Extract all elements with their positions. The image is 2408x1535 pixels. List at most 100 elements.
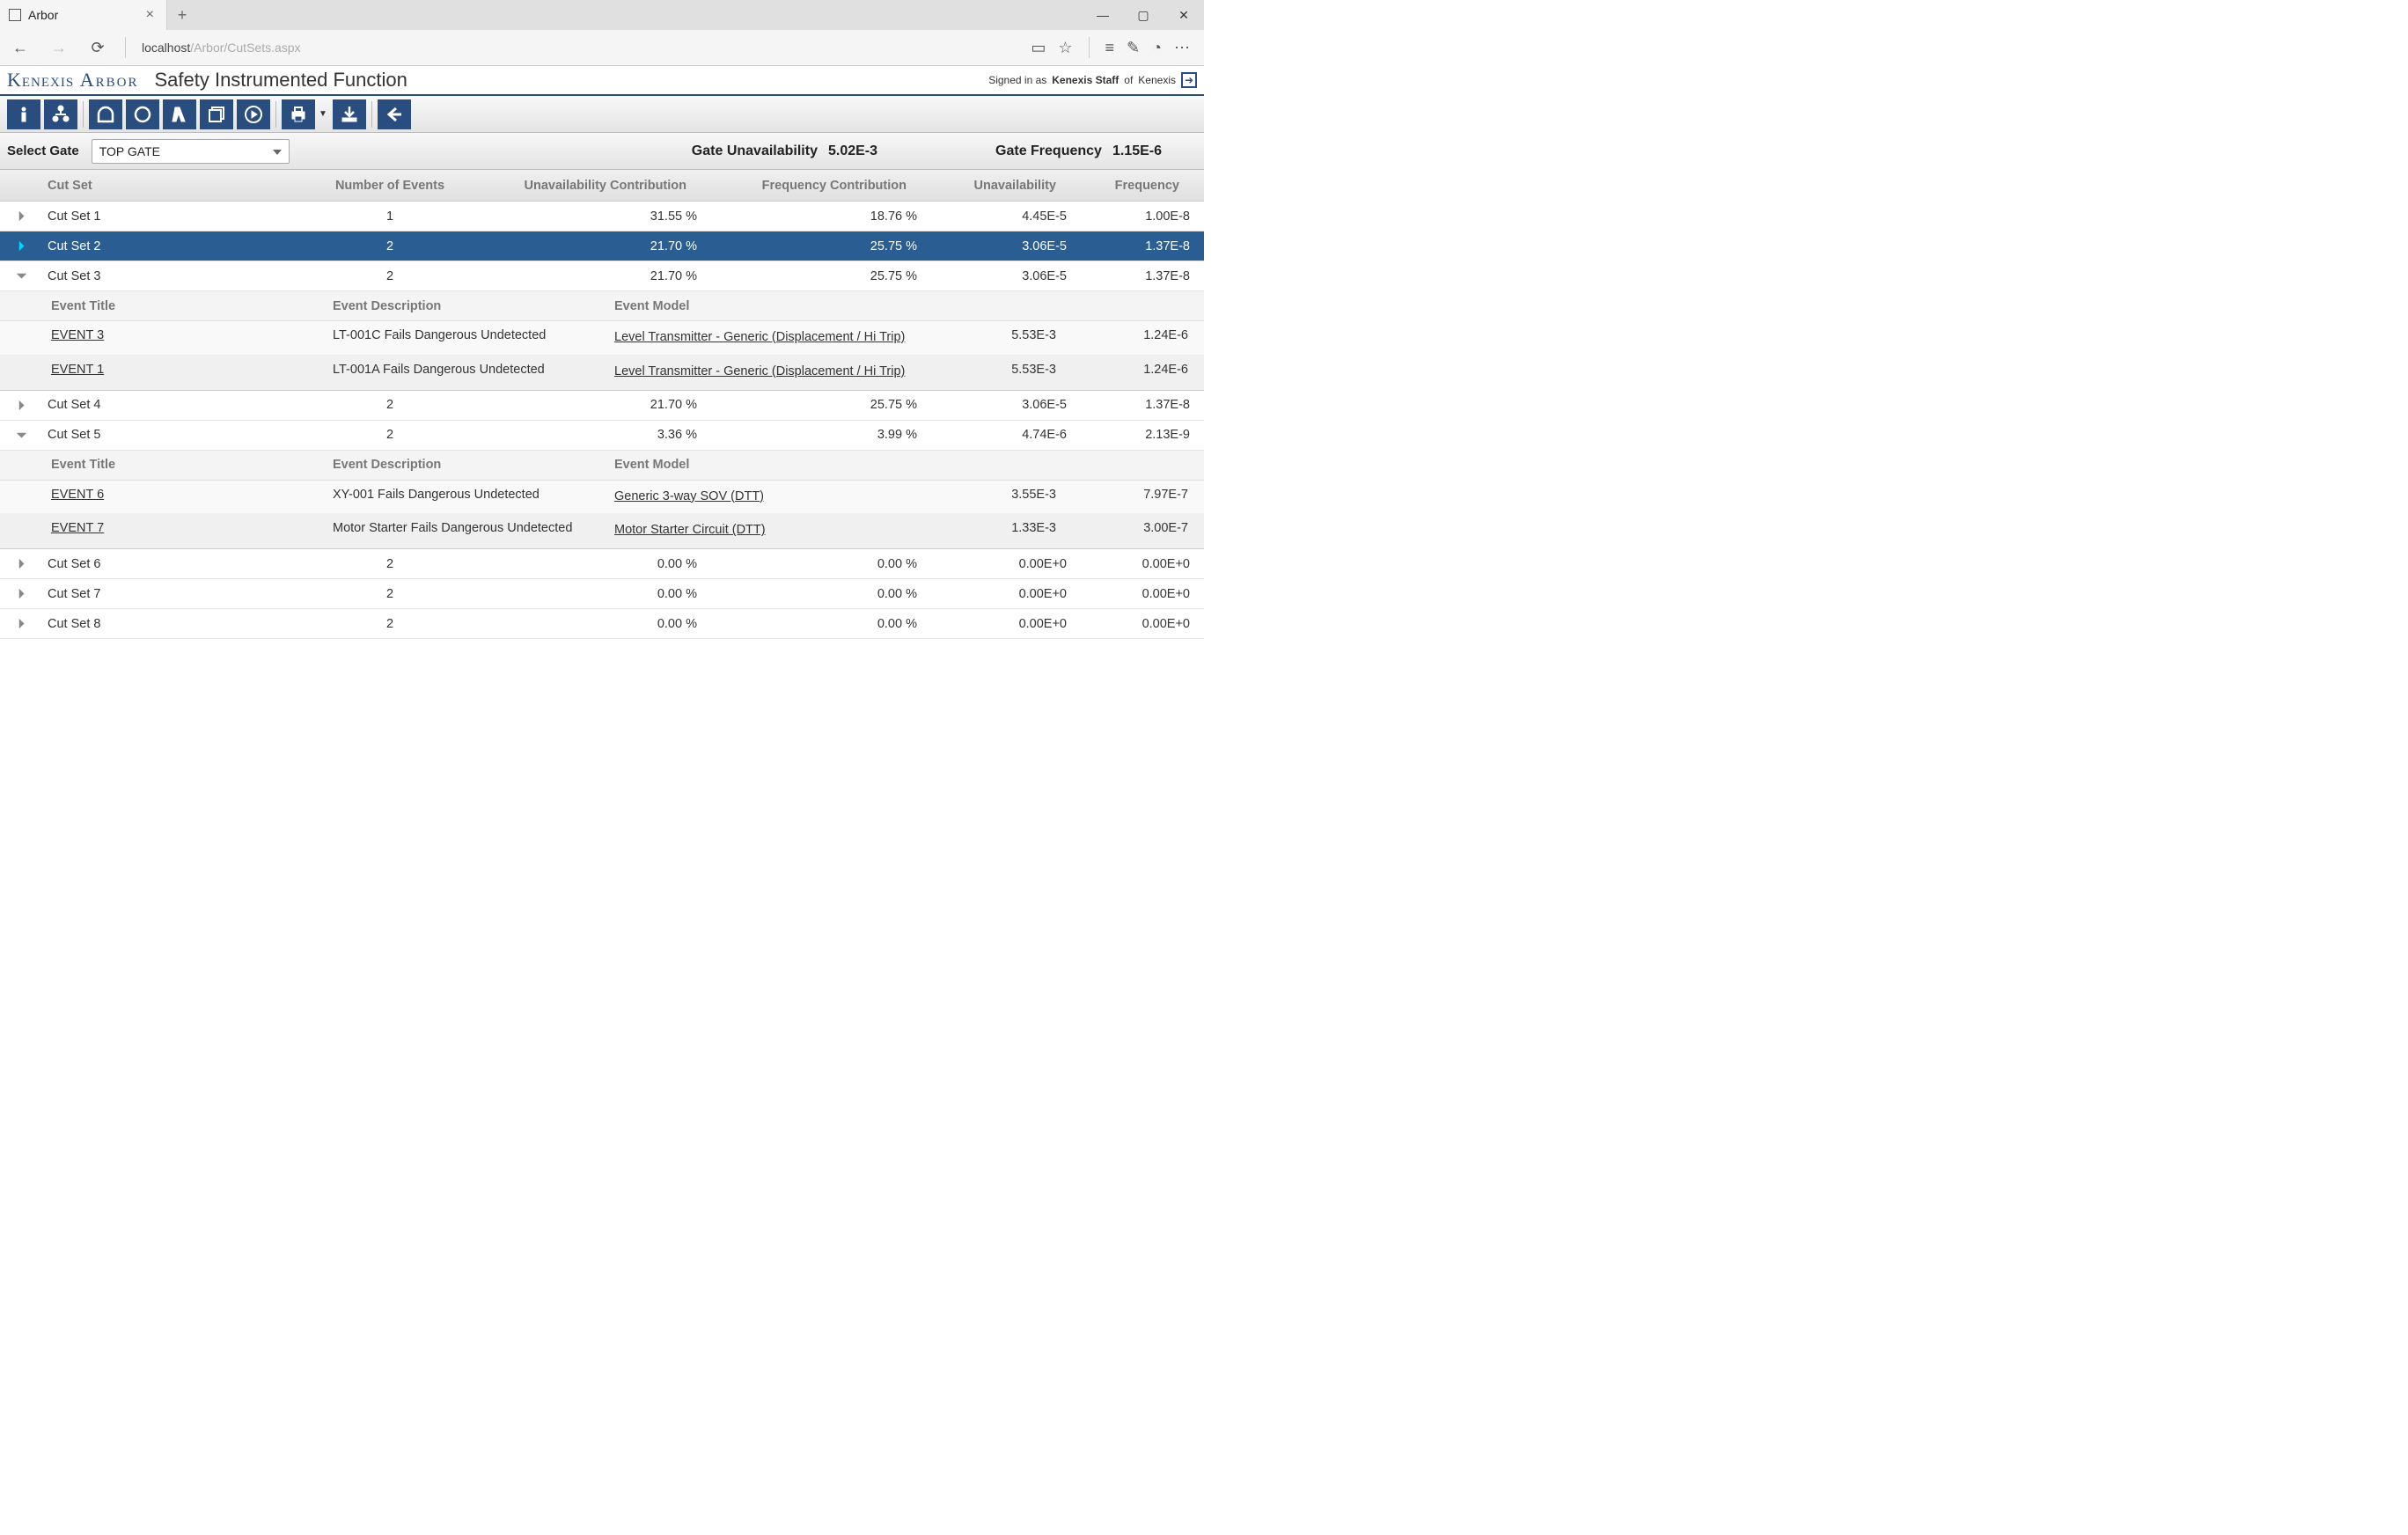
brand-left: Kenexis <box>7 69 74 91</box>
and-gate-button[interactable] <box>89 99 122 129</box>
hub-icon[interactable]: ≡ <box>1105 39 1115 57</box>
col-event-title: Event Title <box>51 299 333 313</box>
col-unavail[interactable]: Unavailability <box>922 179 1072 193</box>
unavail: 0.00E+0 <box>922 557 1072 571</box>
gate-unavail-label: Gate Unavailability <box>692 143 818 159</box>
maximize-button[interactable]: ▢ <box>1123 0 1164 30</box>
event-row[interactable]: EVENT 7 Motor Starter Fails Dangerous Un… <box>0 514 1204 548</box>
freq: 1.00E-8 <box>1072 209 1195 224</box>
expand-toggle-icon[interactable] <box>0 271 42 281</box>
event-model-link[interactable]: Motor Starter Circuit (DTT) <box>614 523 766 537</box>
minimize-button[interactable]: — <box>1083 0 1123 30</box>
unavail: 3.06E-5 <box>922 239 1072 253</box>
col-cutset[interactable]: Cut Set <box>42 179 297 193</box>
unavail: 4.45E-5 <box>922 209 1072 224</box>
event-subtable: Event Title Event Description Event Mode… <box>0 291 1204 391</box>
event-row[interactable]: EVENT 6 XY-001 Fails Dangerous Undetecte… <box>0 481 1204 515</box>
event-freq: 3.00E-7 <box>1072 521 1204 535</box>
expand-toggle-icon[interactable] <box>0 400 42 410</box>
tab-title: Arbor <box>28 8 58 22</box>
notes-icon[interactable]: ✎ <box>1127 39 1140 57</box>
table-row[interactable]: Cut Set 8 2 0.00 % 0.00 % 0.00E+0 0.00E+… <box>0 609 1204 639</box>
event-row[interactable]: EVENT 1 LT-001A Fails Dangerous Undetect… <box>0 356 1204 390</box>
close-window-button[interactable]: ✕ <box>1164 0 1204 30</box>
lambda-button[interactable] <box>163 99 196 129</box>
print-button-group: ▼ <box>282 99 329 129</box>
signout-icon[interactable]: ➜ <box>1181 72 1197 88</box>
event-unavail: 5.53E-3 <box>931 328 1072 342</box>
print-dropdown-caret-icon[interactable]: ▼ <box>317 99 329 129</box>
event-row[interactable]: EVENT 3 LT-001C Fails Dangerous Undetect… <box>0 321 1204 356</box>
close-tab-icon[interactable]: × <box>143 7 158 23</box>
refresh-button[interactable]: ⟳ <box>83 33 113 62</box>
signin-user: Kenexis Staff <box>1052 74 1119 86</box>
event-title-link[interactable]: EVENT 6 <box>51 488 104 502</box>
event-freq: 1.24E-6 <box>1072 363 1204 377</box>
event-subtable-header: Event Title Event Description Event Mode… <box>0 451 1204 481</box>
browser-chrome: Arbor × + — ▢ ✕ ← → ⟳ localhost/Arbor/Cu… <box>0 0 1204 66</box>
download-button[interactable] <box>333 99 366 129</box>
table-row[interactable]: Cut Set 7 2 0.00 % 0.00 % 0.00E+0 0.00E+… <box>0 579 1204 609</box>
table-row[interactable]: Cut Set 6 2 0.00 % 0.00 % 0.00E+0 0.00E+… <box>0 549 1204 579</box>
num-events: 2 <box>297 617 482 631</box>
cutset-name: Cut Set 5 <box>42 428 297 442</box>
new-tab-button[interactable]: + <box>167 0 197 30</box>
table-row[interactable]: Cut Set 2 2 21.70 % 25.75 % 3.06E-5 1.37… <box>0 231 1204 261</box>
gate-select[interactable]: TOP GATE <box>92 139 290 164</box>
info-button[interactable] <box>7 99 40 129</box>
share-icon[interactable]: ◔ <box>1152 39 1162 57</box>
col-unavail-contrib[interactable]: Unavailability Contribution <box>482 179 702 193</box>
gate-unavailability: Gate Unavailability 5.02E-3 <box>692 143 877 159</box>
favorite-icon[interactable]: ☆ <box>1058 39 1072 57</box>
page-title: Safety Instrumented Function <box>154 69 407 92</box>
expand-toggle-icon[interactable] <box>0 589 42 599</box>
event-title-link[interactable]: EVENT 1 <box>51 363 104 377</box>
back-button[interactable]: ← <box>5 33 35 62</box>
num-events: 2 <box>297 269 482 283</box>
expand-toggle-icon[interactable] <box>0 559 42 569</box>
expand-toggle-icon[interactable] <box>0 211 42 221</box>
col-freq[interactable]: Frequency <box>1072 179 1195 193</box>
event-description: LT-001C Fails Dangerous Undetected <box>333 328 614 342</box>
gate-freq-value: 1.15E-6 <box>1112 143 1162 159</box>
signin-status: Signed in as Kenexis Staff of Kenexis ➜ <box>988 72 1197 88</box>
unavail: 0.00E+0 <box>922 617 1072 631</box>
table-row[interactable]: Cut Set 3 2 21.70 % 25.75 % 3.06E-5 1.37… <box>0 261 1204 291</box>
freq: 1.37E-8 <box>1072 398 1195 412</box>
fault-tree-button[interactable] <box>44 99 77 129</box>
col-num-events[interactable]: Number of Events <box>297 179 482 193</box>
print-button[interactable] <box>282 99 315 129</box>
freq-contrib: 0.00 % <box>702 587 922 601</box>
col-freq-contrib[interactable]: Frequency Contribution <box>702 179 922 193</box>
unavail-contrib: 0.00 % <box>482 617 702 631</box>
table-row[interactable]: Cut Set 4 2 21.70 % 25.75 % 3.06E-5 1.37… <box>0 391 1204 421</box>
signin-org: Kenexis <box>1138 74 1176 86</box>
event-model-link[interactable]: Level Transmitter - Generic (Displacemen… <box>614 364 905 378</box>
back-nav-button[interactable] <box>378 99 411 129</box>
event-model-link[interactable]: Generic 3-way SOV (DTT) <box>614 489 764 503</box>
or-gate-button[interactable] <box>126 99 159 129</box>
layers-button[interactable] <box>200 99 233 129</box>
address-bar[interactable]: localhost/Arbor/CutSets.aspx <box>138 40 1022 55</box>
event-model-link[interactable]: Level Transmitter - Generic (Displacemen… <box>614 330 905 344</box>
url-host: localhost <box>142 40 190 55</box>
event-title-link[interactable]: EVENT 3 <box>51 328 104 342</box>
browser-tab[interactable]: Arbor × <box>0 0 167 30</box>
gate-freq-label: Gate Frequency <box>995 143 1102 159</box>
table-row[interactable]: Cut Set 1 1 31.55 % 18.76 % 4.45E-5 1.00… <box>0 202 1204 231</box>
event-title-link[interactable]: EVENT 7 <box>51 521 104 535</box>
num-events: 2 <box>297 428 482 442</box>
expand-toggle-icon[interactable] <box>0 241 42 251</box>
freq-contrib: 25.75 % <box>702 269 922 283</box>
expand-toggle-icon[interactable] <box>0 619 42 628</box>
play-button[interactable] <box>237 99 270 129</box>
brand-right: Arbor <box>80 69 139 91</box>
forward-button[interactable]: → <box>44 33 74 62</box>
reading-view-icon[interactable]: ▭ <box>1031 39 1046 57</box>
table-row[interactable]: Cut Set 5 2 3.36 % 3.99 % 4.74E-6 2.13E-… <box>0 421 1204 451</box>
more-icon[interactable]: ⋯ <box>1174 39 1190 57</box>
event-subtable: Event Title Event Description Event Mode… <box>0 451 1204 550</box>
event-description: XY-001 Fails Dangerous Undetected <box>333 488 614 502</box>
select-gate-label: Select Gate <box>7 143 79 158</box>
expand-toggle-icon[interactable] <box>0 430 42 440</box>
